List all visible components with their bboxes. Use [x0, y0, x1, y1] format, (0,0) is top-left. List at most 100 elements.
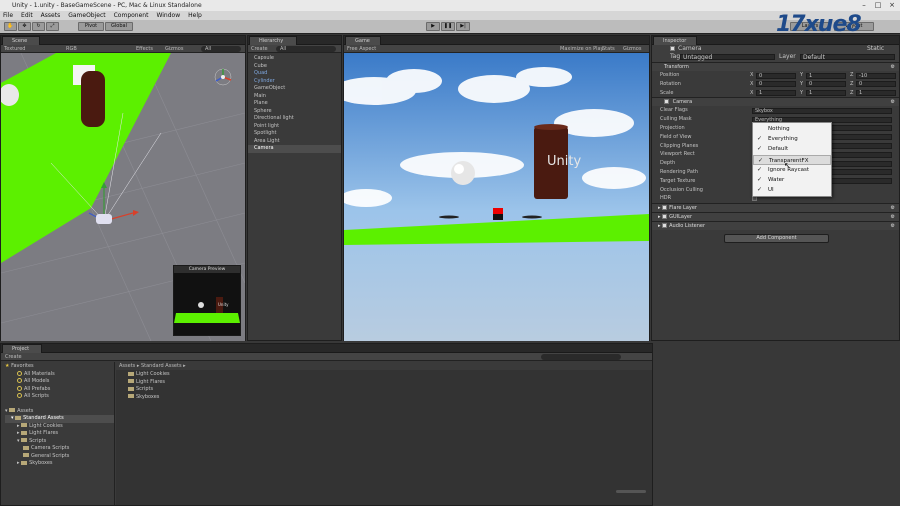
hierarchy-item[interactable]: Main: [248, 93, 341, 101]
content-item[interactable]: Skyboxes: [128, 394, 652, 402]
global-toggle[interactable]: Global: [105, 22, 133, 31]
asset-folder[interactable]: ▾ Standard Assets: [5, 415, 114, 423]
asset-folder[interactable]: General Scripts: [5, 453, 114, 461]
culling-option[interactable]: Nothing: [753, 124, 831, 134]
transform-x-field[interactable]: 0: [756, 72, 796, 79]
transform-y-field[interactable]: 1: [806, 72, 846, 79]
hierarchy-item[interactable]: Cube: [248, 63, 341, 71]
static-toggle[interactable]: Static: [867, 45, 884, 52]
content-item[interactable]: Scripts: [128, 386, 652, 394]
menu-window[interactable]: Window: [156, 11, 180, 20]
hierarchy-item[interactable]: Cylinder: [248, 78, 341, 86]
camera-property-checkbox[interactable]: [752, 196, 757, 202]
transform-y-field[interactable]: 1: [806, 90, 846, 97]
hierarchy-item[interactable]: Spotlight: [248, 130, 341, 138]
menu-component[interactable]: Component: [114, 11, 149, 20]
pause-icon[interactable]: ❚❚: [441, 22, 455, 31]
scene-draw-mode[interactable]: Textured: [4, 45, 25, 53]
maximize-on-play[interactable]: Maximize on Play: [560, 45, 604, 53]
menu-edit[interactable]: Edit: [21, 11, 33, 20]
scene-gizmos[interactable]: Gizmos: [165, 45, 183, 53]
rotate-tool-icon[interactable]: ↻: [32, 22, 45, 31]
pivot-toggle[interactable]: Pivot: [78, 22, 104, 31]
camera-property-field[interactable]: Skybox: [752, 107, 892, 114]
hierarchy-create-button[interactable]: Create: [251, 45, 268, 53]
tab-inspector[interactable]: Inspector: [653, 36, 697, 45]
favorites-header[interactable]: ★ Favorites: [5, 363, 114, 371]
project-search[interactable]: [541, 354, 621, 360]
culling-option[interactable]: ✓ Everything: [753, 134, 831, 144]
hierarchy-item[interactable]: Capsule: [248, 55, 341, 63]
menu-gameobject[interactable]: GameObject: [68, 11, 105, 20]
object-active-checkbox[interactable]: [670, 46, 675, 51]
maximize-icon[interactable]: □: [872, 1, 884, 10]
transform-header[interactable]: Transform ⚙: [652, 62, 899, 71]
transform-z-field[interactable]: -10: [856, 72, 896, 79]
culling-option[interactable]: ✓ Default: [753, 144, 831, 154]
camera-header[interactable]: Camera ⚙: [652, 97, 899, 107]
scene-effects[interactable]: Effects: [136, 45, 153, 53]
favorite-item[interactable]: All Prefabs: [5, 385, 114, 394]
transform-x-field[interactable]: 1: [756, 90, 796, 97]
culling-option[interactable]: ✓ Ignore Raycast: [753, 165, 831, 175]
project-create-button[interactable]: Create: [5, 353, 22, 361]
transform-x-field[interactable]: 0: [756, 81, 796, 88]
menu-file[interactable]: File: [3, 11, 13, 20]
transform-z-field[interactable]: 1: [856, 90, 896, 97]
hierarchy-item[interactable]: Quad: [248, 70, 341, 78]
object-name[interactable]: Camera: [678, 45, 702, 52]
transform-z-field[interactable]: 0: [856, 81, 896, 88]
asset-folder[interactable]: ▸ Light Flares: [5, 430, 114, 438]
component-header[interactable]: ▸ Flare Layer ⚙: [652, 203, 899, 213]
favorite-item[interactable]: All Materials: [5, 370, 114, 379]
culling-option[interactable]: ✓ UI: [753, 185, 831, 195]
hierarchy-item[interactable]: Plane: [248, 100, 341, 108]
game-viewport[interactable]: Unity: [344, 53, 649, 341]
hierarchy-item[interactable]: Area Light: [248, 138, 341, 146]
asset-folder[interactable]: ▸ Skyboxes: [5, 460, 114, 468]
component-header[interactable]: ▸ Audio Listener ⚙: [652, 221, 899, 231]
assets-root[interactable]: ▾ Assets: [5, 408, 114, 416]
transform-y-field[interactable]: 0: [806, 81, 846, 88]
component-enabled-checkbox[interactable]: [662, 205, 668, 211]
tab-project[interactable]: Project: [2, 344, 42, 353]
culling-option[interactable]: ✓ TransparentFX: [753, 154, 831, 165]
content-item[interactable]: Light Cookies: [128, 371, 652, 379]
hand-tool-icon[interactable]: ✋: [4, 22, 17, 31]
add-component-button[interactable]: Add Component: [724, 234, 829, 244]
favorite-item[interactable]: All Models: [5, 378, 114, 386]
minimize-icon[interactable]: –: [858, 1, 870, 10]
hierarchy-item[interactable]: Point light: [248, 123, 341, 131]
scene-search[interactable]: All: [201, 46, 241, 52]
layer-dropdown[interactable]: Default: [800, 54, 895, 61]
culling-option[interactable]: ✓ Water: [753, 175, 831, 185]
move-tool-icon[interactable]: ✥: [18, 22, 31, 31]
icon-size-slider[interactable]: [616, 490, 646, 493]
hierarchy-item[interactable]: Directional light: [248, 115, 341, 123]
game-stats[interactable]: Stats: [602, 45, 615, 53]
tab-scene[interactable]: Scene: [2, 36, 40, 45]
component-enabled-checkbox[interactable]: [662, 214, 668, 220]
game-gizmos[interactable]: Gizmos: [623, 45, 641, 53]
asset-folder[interactable]: ▾ Scripts: [5, 438, 114, 446]
scale-tool-icon[interactable]: ⤢: [46, 22, 59, 31]
menu-assets[interactable]: Assets: [41, 11, 61, 20]
content-item[interactable]: Light Flares: [128, 379, 652, 387]
camera-enabled-checkbox[interactable]: [664, 99, 669, 105]
hierarchy-item[interactable]: GameObject: [248, 85, 341, 93]
tab-hierarchy[interactable]: Hierarchy: [249, 36, 297, 45]
asset-folder[interactable]: ▸ Light Cookies: [5, 423, 114, 431]
close-icon[interactable]: ×: [886, 1, 898, 10]
menu-help[interactable]: Help: [188, 11, 202, 20]
play-icon[interactable]: ▶: [426, 22, 440, 31]
tab-game[interactable]: Game: [345, 36, 381, 45]
hierarchy-item[interactable]: Camera: [248, 145, 341, 153]
favorite-item[interactable]: All Scripts: [5, 393, 114, 401]
tag-dropdown[interactable]: Untagged: [680, 54, 775, 61]
game-aspect-dropdown[interactable]: Free Aspect: [347, 45, 376, 53]
asset-folder[interactable]: Camera Scripts: [5, 445, 114, 453]
component-header[interactable]: ▸ GUILayer ⚙: [652, 212, 899, 222]
scene-rgb-mode[interactable]: RGB: [66, 45, 77, 53]
component-enabled-checkbox[interactable]: [662, 223, 668, 229]
hierarchy-item[interactable]: Sphere: [248, 108, 341, 116]
